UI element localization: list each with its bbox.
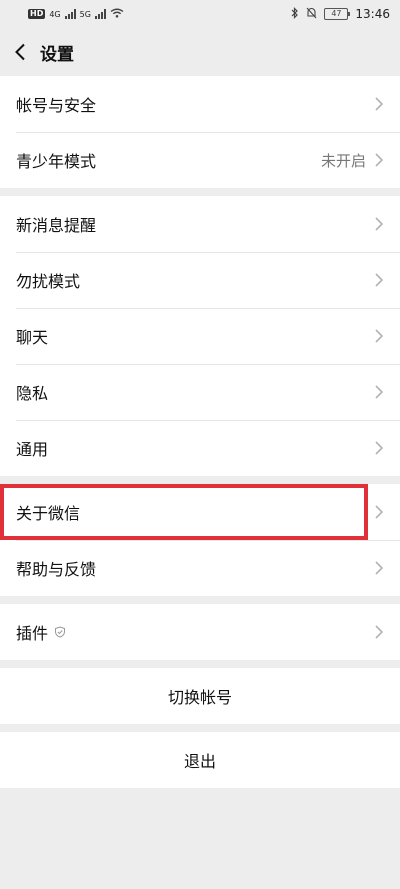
row-account-security[interactable]: 帐号与安全 [0, 76, 400, 132]
page-title: 设置 [40, 44, 74, 65]
signal-icon [64, 9, 76, 19]
network-type-2: 5G [79, 9, 91, 19]
mute-bell-icon [306, 7, 317, 22]
section-gap [0, 596, 400, 604]
section-gap [0, 476, 400, 484]
settings-group-account: 帐号与安全 青少年模式 未开启 [0, 76, 400, 188]
row-label: 帮助与反馈 [16, 560, 97, 579]
shield-icon [55, 626, 66, 638]
row-help-feedback[interactable]: 帮助与反馈 [0, 540, 400, 596]
chevron-right-icon [375, 385, 384, 399]
row-notifications[interactable]: 新消息提醒 [0, 196, 400, 252]
settings-group-plugins: 插件 [0, 604, 400, 660]
row-label: 青少年模式 [16, 152, 97, 171]
top-bar: 设置 [0, 28, 400, 76]
row-label: 帐号与安全 [16, 96, 97, 115]
row-label: 通用 [16, 440, 49, 459]
chevron-right-icon [375, 97, 384, 111]
row-teen-mode[interactable]: 青少年模式 未开启 [0, 132, 400, 188]
section-gap [0, 188, 400, 196]
row-do-not-disturb[interactable]: 勿扰模式 [0, 252, 400, 308]
network-type-1: 4G [49, 9, 61, 19]
signal-icon [94, 9, 106, 19]
row-about-wechat[interactable]: 关于微信 [0, 484, 400, 540]
chevron-right-icon [375, 441, 384, 455]
section-gap [0, 660, 400, 668]
chevron-right-icon [375, 625, 384, 639]
row-label: 插件 [16, 624, 49, 643]
status-bar: HD 4G 5G 47 13:46 [0, 0, 400, 28]
status-left: HD 4G 5G [28, 7, 124, 21]
logout-label: 退出 [183, 752, 216, 771]
section-gap [0, 724, 400, 732]
back-button[interactable] [0, 28, 40, 76]
clock: 13:46 [355, 7, 390, 21]
chevron-right-icon [375, 153, 384, 167]
chevron-right-icon [375, 505, 384, 519]
row-general[interactable]: 通用 [0, 420, 400, 476]
row-label: 隐私 [16, 384, 49, 403]
row-label: 聊天 [16, 328, 49, 347]
settings-group-about: 关于微信 帮助与反馈 [0, 484, 400, 596]
settings-group-main: 新消息提醒 勿扰模式 聊天 隐私 通用 [0, 196, 400, 476]
switch-account-button[interactable]: 切换帐号 [0, 668, 400, 724]
bluetooth-icon [291, 6, 299, 22]
chevron-right-icon [375, 561, 384, 575]
highlight-box [0, 484, 368, 540]
chevron-right-icon [375, 273, 384, 287]
switch-account-label: 切换帐号 [167, 688, 232, 707]
logout-button[interactable]: 退出 [0, 732, 400, 788]
row-label: 勿扰模式 [16, 272, 81, 291]
row-label: 新消息提醒 [16, 216, 97, 235]
chevron-right-icon [375, 329, 384, 343]
battery-icon: 47 [324, 8, 351, 20]
row-plugins[interactable]: 插件 [0, 604, 400, 660]
chevron-right-icon [375, 217, 384, 231]
wifi-icon [110, 7, 124, 21]
status-right: 47 13:46 [291, 6, 390, 22]
row-value: 未开启 [320, 151, 366, 170]
hd-badge: HD [28, 9, 46, 19]
chevron-left-icon [15, 43, 25, 61]
row-privacy[interactable]: 隐私 [0, 364, 400, 420]
row-chat[interactable]: 聊天 [0, 308, 400, 364]
